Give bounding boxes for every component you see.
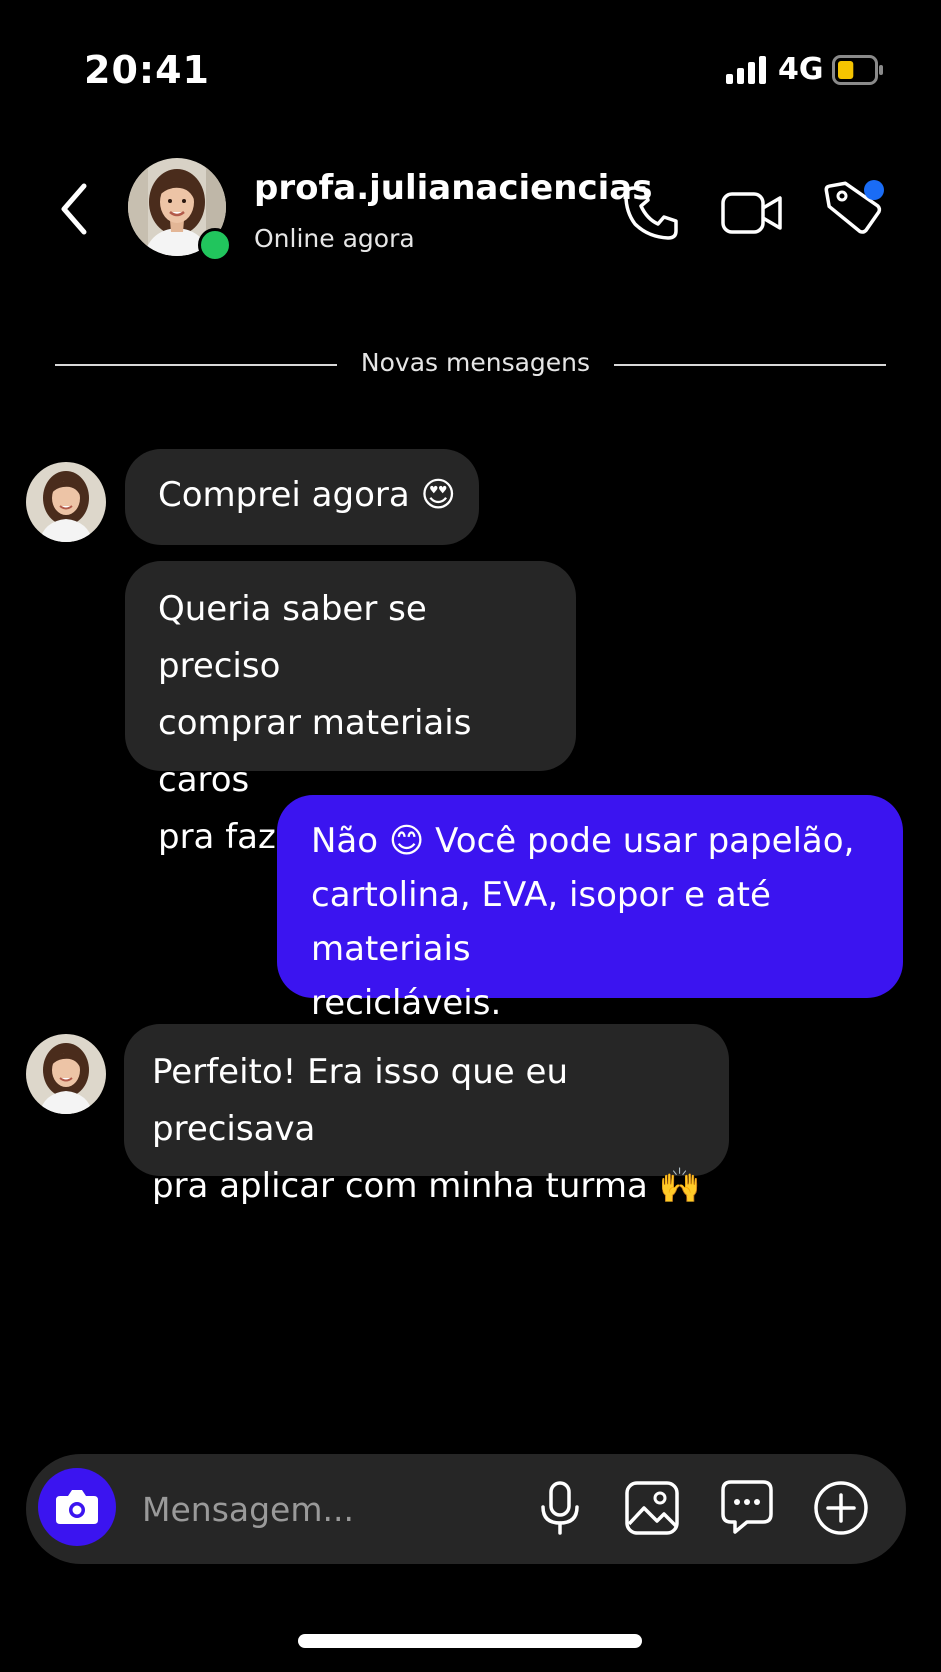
message-text: Não bbox=[311, 821, 379, 861]
microphone-icon[interactable] bbox=[536, 1480, 584, 1536]
message-text-line: pra aplicar com minha turma bbox=[152, 1166, 648, 1206]
raising-hands-emoji: 🙌 bbox=[658, 1166, 701, 1206]
video-camera-icon[interactable] bbox=[720, 182, 784, 244]
message-bubble-incoming[interactable]: Comprei agora 😍 bbox=[125, 449, 479, 545]
message-input[interactable] bbox=[140, 1478, 524, 1540]
message-avatar[interactable] bbox=[26, 1034, 106, 1114]
avatar-portrait bbox=[26, 1034, 106, 1114]
message-text-line: cartolina, EVA, isopor e até materiais bbox=[311, 875, 771, 969]
heart-eyes-emoji: 😍 bbox=[420, 475, 456, 515]
message-bubble-incoming[interactable]: Perfeito! Era isso que eu precisava pra … bbox=[124, 1024, 729, 1206]
back-button[interactable] bbox=[52, 178, 98, 240]
contact-status: Online agora bbox=[254, 224, 415, 253]
image-icon[interactable] bbox=[624, 1480, 680, 1536]
message-text-line: recicláveis. bbox=[311, 983, 502, 1023]
phone-icon[interactable] bbox=[620, 182, 682, 244]
signal-icon bbox=[726, 56, 766, 84]
divider-line-right bbox=[614, 364, 886, 366]
message-text: Comprei agora bbox=[158, 475, 410, 515]
smiling-emoji: 😊 bbox=[388, 821, 425, 861]
message-text-line: Queria saber se preciso bbox=[158, 589, 427, 686]
message-avatar[interactable] bbox=[26, 462, 106, 542]
divider-line-left bbox=[55, 364, 337, 366]
home-indicator[interactable] bbox=[298, 1634, 642, 1648]
new-messages-divider: Novas mensagens bbox=[360, 348, 591, 377]
contact-name[interactable]: profa.julianaciencias bbox=[254, 168, 652, 208]
online-indicator bbox=[198, 228, 232, 262]
network-type: 4G bbox=[778, 52, 824, 87]
message-bubble-incoming[interactable]: Queria saber se preciso comprar materiai… bbox=[125, 561, 576, 857]
plus-circle-icon[interactable] bbox=[813, 1480, 869, 1536]
status-time: 20:41 bbox=[84, 48, 210, 92]
message-text-line: comprar materiais caros bbox=[158, 703, 472, 800]
notification-dot bbox=[864, 180, 884, 200]
message-bubble-outgoing[interactable]: Não 😊 Você pode usar papelão, cartolina,… bbox=[277, 795, 903, 1023]
camera-button[interactable] bbox=[38, 1468, 116, 1546]
sticker-icon[interactable] bbox=[719, 1478, 775, 1536]
message-text-line: Perfeito! Era isso que eu precisava bbox=[152, 1052, 569, 1149]
battery-icon bbox=[832, 55, 883, 85]
camera-icon bbox=[56, 1490, 98, 1524]
avatar-portrait bbox=[26, 462, 106, 542]
message-text: Você pode usar papelão, bbox=[435, 821, 855, 861]
